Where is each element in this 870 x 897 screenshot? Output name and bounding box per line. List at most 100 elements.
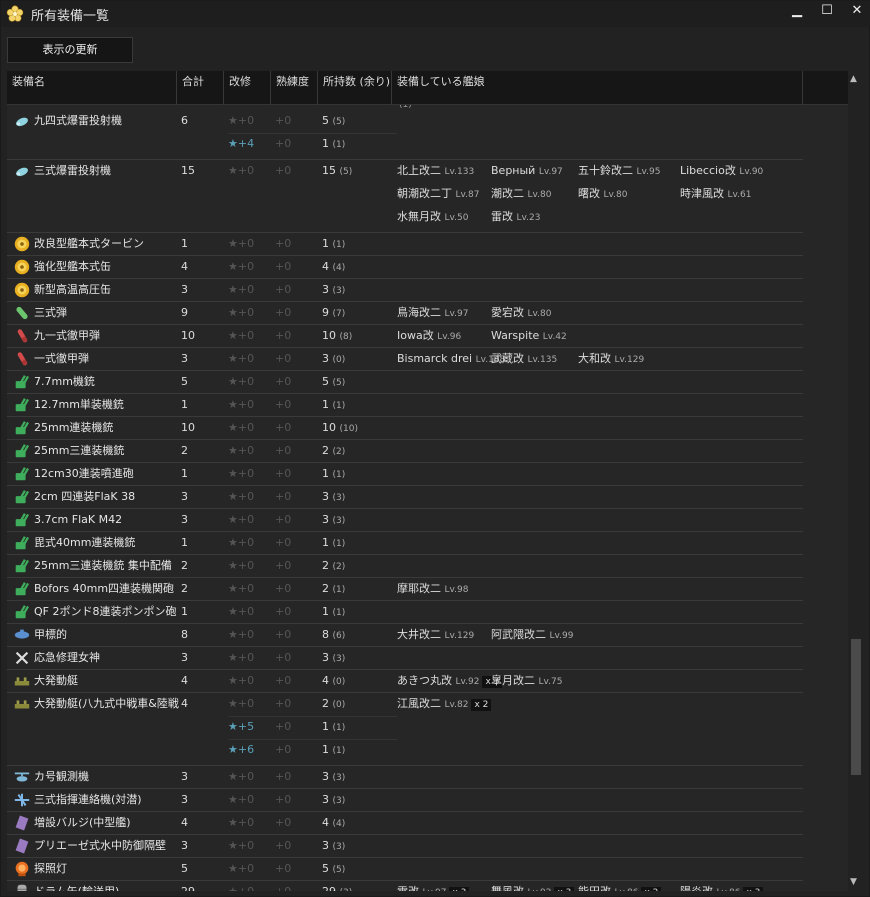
spare-count: (4) — [332, 263, 346, 273]
owned-count: 8 (6) — [322, 627, 345, 644]
equipment-row[interactable]: 毘式40mm連装機銃 1 ★+0 +0 1 (1) — [7, 532, 803, 555]
equipment-row[interactable]: カ号観測機 3 ★+0 +0 3 (3) — [7, 766, 803, 789]
owned-count: 10 (10) — [322, 420, 358, 437]
ap-shell-icon — [17, 329, 28, 343]
refresh-button[interactable]: 表示の更新 — [7, 37, 133, 63]
vertical-scrollbar[interactable]: ▲ ▼ — [848, 71, 864, 891]
improvement-level: ★+5 — [228, 720, 255, 733]
equipment-row[interactable]: 探照灯 5 ★+0 +0 5 (5) — [7, 858, 803, 881]
equipment-row[interactable]: 強化型艦本式缶 4 ★+0 +0 4 (4) — [7, 256, 803, 279]
maximize-button[interactable]: ☐ — [816, 3, 838, 21]
equipment-row[interactable]: ドラム缶(輸送用)29★+0+029 (3)雷改 Lv.97x 3舞風改 Lv.… — [7, 881, 803, 891]
equipped-ship[interactable]: 曙改 Lv.80 — [578, 186, 627, 203]
equipment-row[interactable]: 7.7mm機銃 5 ★+0 +0 5 (5) — [7, 371, 803, 394]
equipment-row[interactable]: 25mm連装機銃 10 ★+0 +0 10 (10) — [7, 417, 803, 440]
improvement-level: ★+0 — [228, 490, 255, 503]
equipped-ship[interactable]: 皐月改二 Lv.75 — [491, 673, 562, 690]
equipment-row[interactable]: 九四式爆雷投射機 6 ★+0 +0 5 (5) ★+4 +0 1 (1) — [7, 110, 803, 160]
ship-level: Lv.92 — [455, 677, 480, 687]
equipment-total: 2 — [181, 444, 188, 457]
equipment-row[interactable]: 一式徹甲弾 3 ★+0 +0 3 (0) Bismarck drei Lv.148 武蔵改 … — [7, 348, 803, 371]
scroll-down-arrow[interactable]: ▼ — [850, 877, 857, 887]
equipment-row[interactable]: Bofors 40mm四連装機関砲 2 ★+0 +0 2 (1) 摩耶改二 Lv.98 — [7, 578, 803, 601]
equipped-ship[interactable]: 陽炎改 Lv.86x 3 — [680, 884, 764, 891]
equipment-total: 3 — [181, 651, 188, 664]
equipped-ship[interactable]: 雷改 Lv.23 — [491, 209, 540, 226]
col-header-equipped-ships[interactable]: 装備している艦娘 — [392, 71, 803, 105]
scroll-up-arrow[interactable]: ▲ — [850, 74, 857, 84]
equipment-row[interactable]: 2cm 四連装FlaK 38 3 ★+0 +0 3 (3) — [7, 486, 803, 509]
equipped-ship[interactable]: Iowa改 Lv.96 — [397, 328, 461, 345]
col-header-total[interactable]: 合計 — [177, 71, 224, 105]
equipped-ship[interactable]: 雷改 Lv.97x 3 — [397, 884, 470, 891]
equipment-row[interactable]: 3.7cm FlaK M42 3 ★+0 +0 3 (3) — [7, 509, 803, 532]
equipped-ship[interactable]: 摩耶改二 Lv.98 — [397, 581, 468, 598]
equipped-ship[interactable]: 能田改 Lv.86x 2 — [578, 884, 662, 891]
equipped-ship[interactable]: 大井改二 Lv.129 — [397, 627, 474, 644]
col-header-improvement[interactable]: 改修 — [224, 71, 271, 105]
equipped-ship[interactable]: Warspite Lv.42 — [491, 328, 567, 345]
sakura-app-icon — [6, 5, 24, 22]
close-button[interactable]: ✕ — [846, 3, 868, 21]
equipped-ship[interactable]: あきつ丸改 Lv.92 x 3 — [397, 673, 503, 690]
equipment-row[interactable]: プリエーゼ式水中防御隔壁 3 ★+0 +0 3 (3) — [7, 835, 803, 858]
equipment-row[interactable]: 応急修理女神 3 ★+0 +0 3 (3) — [7, 647, 803, 670]
minimize-button[interactable]: ▁ — [786, 3, 808, 21]
equipped-ship[interactable]: Верный Lv.97 — [491, 163, 563, 180]
equipped-ship[interactable]: 水無月改 Lv.50 — [397, 209, 468, 226]
equipped-ship[interactable]: 阿武隈改二 Lv.99 — [491, 627, 573, 644]
equipped-ship[interactable]: 愛宕改 Lv.80 — [491, 305, 551, 322]
owned-count: 10 (8) — [322, 328, 352, 345]
equipment-row[interactable]: 12cm30連装噴進砲 1 ★+0 +0 1 (1) — [7, 463, 803, 486]
owned-count: 4 (4) — [322, 259, 345, 276]
spare-count: (5) — [339, 167, 353, 177]
equipped-ship[interactable]: 舞風改 Lv.92x 3 — [491, 884, 575, 891]
col-header-proficiency[interactable]: 熟練度 — [271, 71, 318, 105]
equipped-ship[interactable]: 鳥海改二 Lv.97 — [397, 305, 468, 322]
equipment-row[interactable]: 三式爆雷投射機 15 ★+0 +0 15 (5) 北上改二 Lv.133 Верный Lv… — [7, 160, 803, 233]
equipped-ship[interactable]: 北上改二 Lv.133 — [397, 163, 474, 180]
equipment-row[interactable]: 改良型艦本式タービン 1 ★+0 +0 1 (1) — [7, 233, 803, 256]
spare-count: (3) — [332, 842, 346, 852]
equipment-row[interactable]: 大発動艇(八九式中戦車&陸戦 4 ★+0 +0 2 (0) 江風改二 Lv.82 x 2 ★+… — [7, 693, 803, 766]
scroll-thumb[interactable] — [851, 639, 861, 775]
landing-craft-icon — [14, 677, 30, 686]
type3-shell-icon — [16, 306, 28, 320]
equipment-row[interactable]: QF 2ポンド8連装ポンポン砲 1 ★+0 +0 1 (1) — [7, 601, 803, 624]
ship-name: 愛宕改 — [491, 306, 524, 319]
col-header-count[interactable]: 所持数 (余り) — [318, 71, 392, 105]
equipment-total: 9 — [181, 306, 188, 319]
equipped-ship[interactable]: 潮改二 Lv.80 — [491, 186, 551, 203]
ship-name: 雷改 — [491, 210, 513, 223]
equipment-row[interactable]: 12.7mm単装機銃 1 ★+0 +0 1 (1) — [7, 394, 803, 417]
equipped-ship[interactable]: 江風改二 Lv.82 x 2 — [397, 696, 492, 713]
equipment-row[interactable]: 大発動艇 4 ★+0 +0 4 (0) あきつ丸改 Lv.92 x 3 皐月改二 Lv.75 — [7, 670, 803, 693]
equipped-ship[interactable]: 武蔵改 Lv.135 — [491, 351, 557, 368]
equipment-row[interactable]: 25mm三連装機銃 2 ★+0 +0 2 (2) — [7, 440, 803, 463]
equipment-row[interactable]: 25mm三連装機銃 集中配備 2 ★+0 +0 2 (2) — [7, 555, 803, 578]
improvement-level: ★+0 — [228, 306, 255, 319]
equipment-name: 九四式爆雷投射機 — [34, 114, 122, 127]
owned-count: 3 (3) — [322, 282, 345, 299]
equipped-ship[interactable]: 時津風改 Lv.61 — [680, 186, 751, 203]
equipment-row[interactable]: 新型高温高圧缶 3 ★+0 +0 3 (3) — [7, 279, 803, 302]
equipment-name: 12.7mm単装機銃 — [34, 398, 124, 411]
equipment-row[interactable]: 三式指揮連絡機(対潜) 3 ★+0 +0 3 (3) — [7, 789, 803, 812]
col-header-name[interactable]: 装備名 — [7, 71, 177, 105]
equipped-ship[interactable]: 五十鈴改二 Lv.95 — [578, 163, 660, 180]
equipped-ship[interactable]: 大和改 Lv.129 — [578, 351, 644, 368]
equipment-row[interactable]: 増設バルジ(中型艦) 4 ★+0 +0 4 (4) — [7, 812, 803, 835]
equipment-row[interactable]: 九一式徹甲弾 10 ★+0 +0 10 (8) Iowa改 Lv.96 Warspite L… — [7, 325, 803, 348]
equipment-row[interactable]: 甲標的 8 ★+0 +0 8 (6) 大井改二 Lv.129 阿武隈改二 Lv.99 — [7, 624, 803, 647]
equipment-name: 一式徹甲弾 — [34, 352, 89, 365]
autogyro-icon — [14, 772, 30, 782]
improvement-level: ★+0 — [228, 164, 255, 177]
owned-count-value: 1 — [322, 605, 329, 618]
equipment-total: 3 — [181, 793, 188, 806]
equipped-ship[interactable]: 朝潮改二丁 Lv.87 — [397, 186, 479, 203]
midget-sub-icon — [14, 629, 30, 639]
equipment-row[interactable]: 三式弾 9 ★+0 +0 9 (7) 鳥海改二 Lv.97 愛宕改 Lv.80 — [7, 302, 803, 325]
equipped-ship[interactable]: Libeccio改 Lv.90 — [680, 163, 763, 180]
equipped-ship[interactable]: Bismarck drei Lv.148 — [397, 351, 505, 368]
owned-count-value: 9 — [322, 306, 329, 319]
